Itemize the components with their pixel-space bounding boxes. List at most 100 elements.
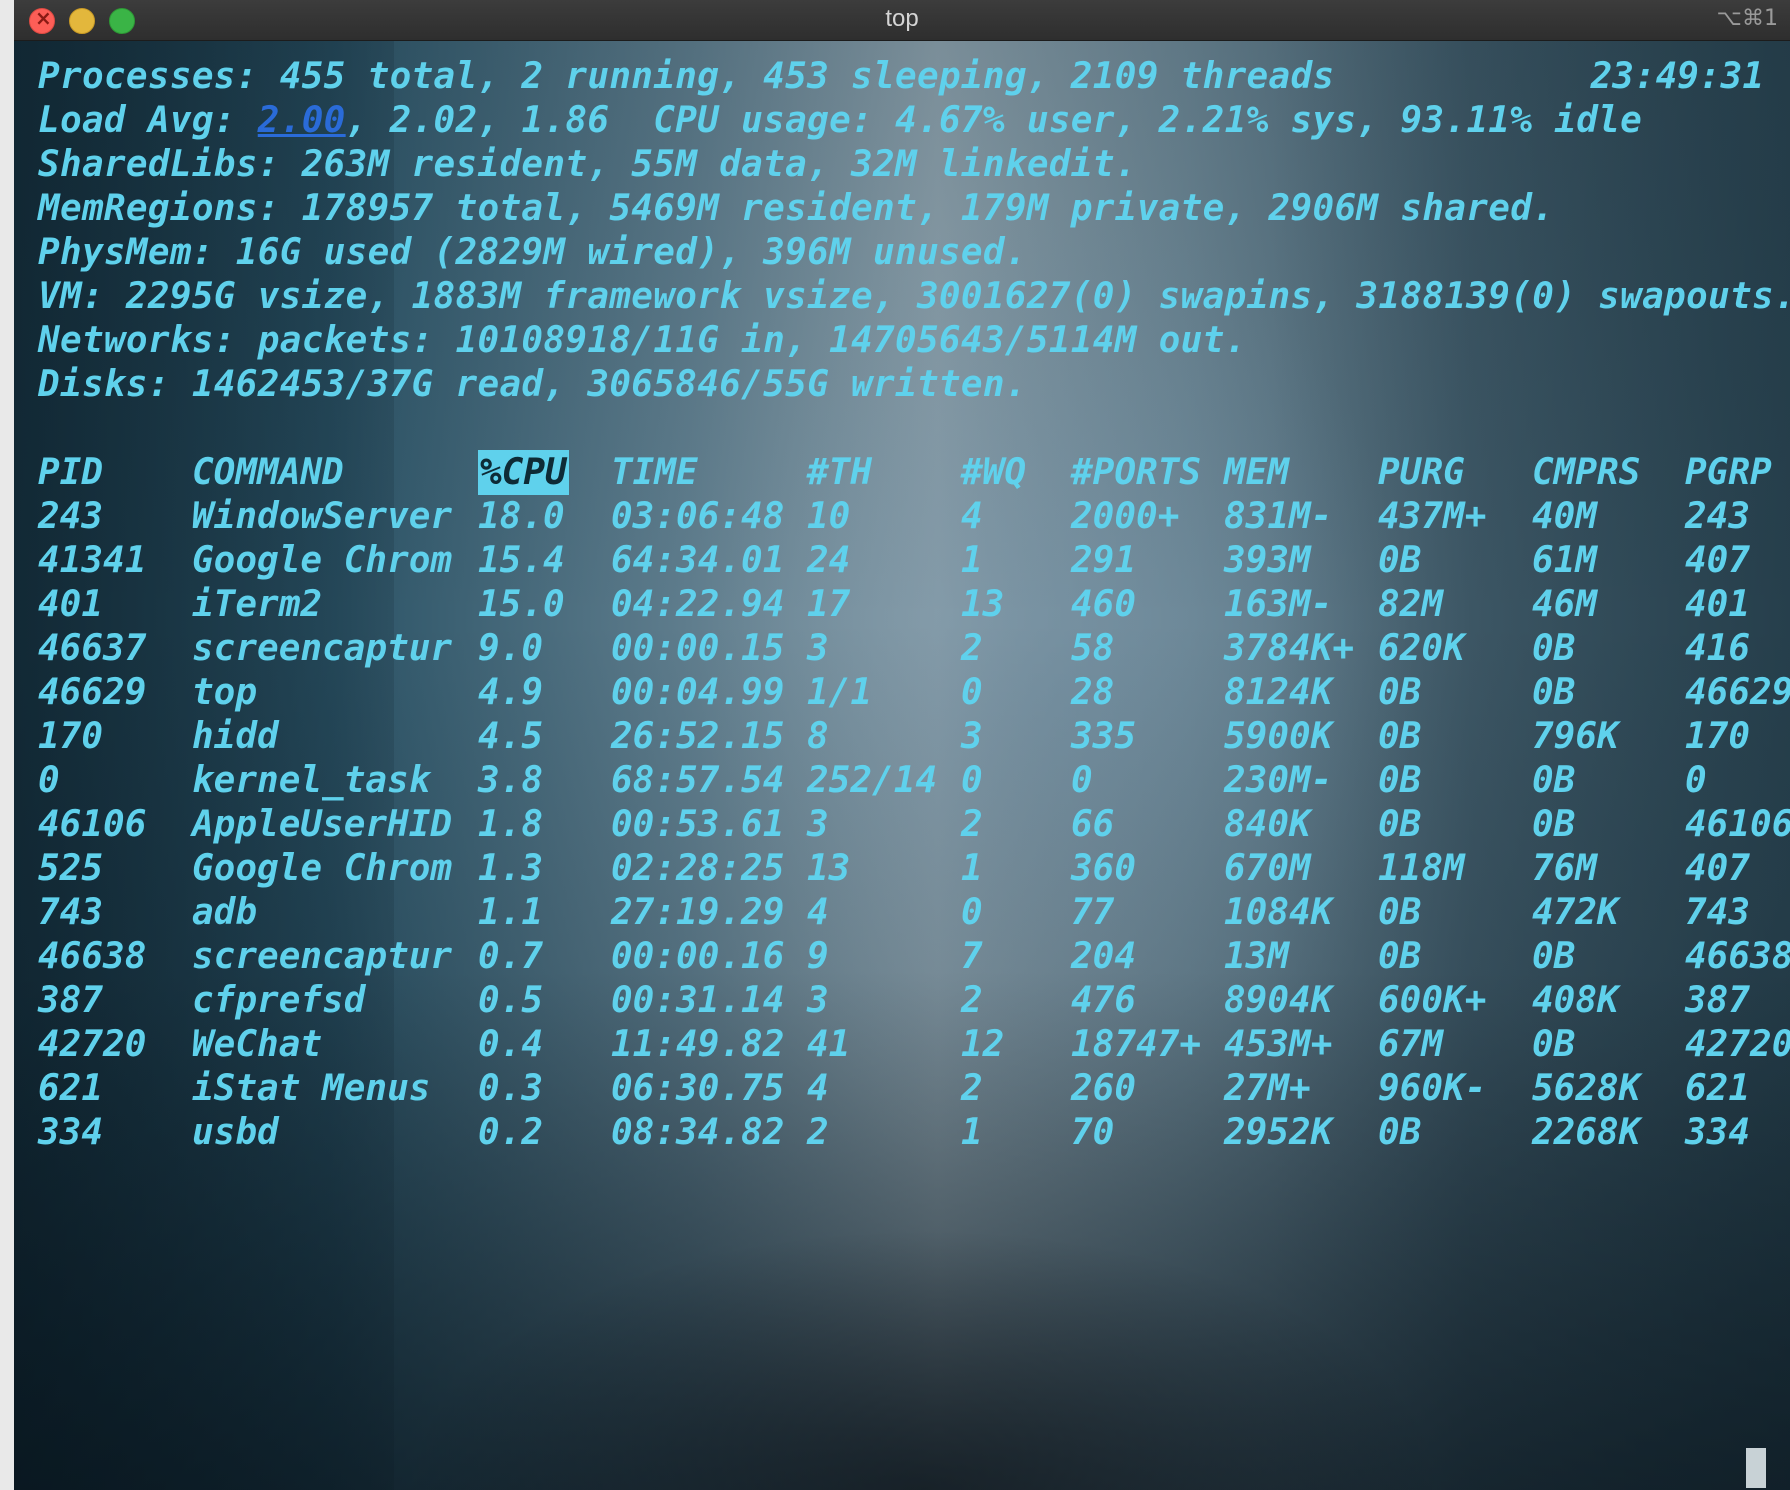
row-11-time: 00:31.14 (611, 980, 785, 1021)
row-7-wq: 2 (961, 804, 983, 845)
row-2-cmprs: 46M (1532, 584, 1598, 625)
row-10-pid: 46638 (38, 936, 147, 977)
row-3-threads: 3 (807, 628, 829, 669)
row-1-cmprs: 61M (1532, 540, 1598, 581)
row-5-pgrp: 170 (1685, 716, 1751, 757)
row-14-pgrp: 334 (1685, 1112, 1751, 1153)
row-10-ports: 204 (1071, 936, 1137, 977)
row-14-wq: 1 (961, 1112, 983, 1153)
row-9-time: 27:19.29 (611, 892, 785, 933)
row-2-wq: 13 (961, 584, 1005, 625)
row-6-pid: 0 (38, 760, 60, 801)
row-12-pid: 42720 (38, 1024, 147, 1065)
row-3-ports: 58 (1071, 628, 1115, 669)
row-12-time: 11:49.82 (611, 1024, 785, 1065)
row-4-ports: 28 (1071, 672, 1115, 713)
row-14-purg: 0B (1378, 1112, 1422, 1153)
vm-line: VM: 2295G vsize, 1883M framework vsize, … (38, 276, 1790, 317)
row-2-mem: 163M- (1224, 584, 1333, 625)
row-13-wq: 2 (961, 1068, 983, 1109)
row-7-command: AppleUserHID (192, 804, 453, 845)
row-5-time: 26:52.15 (611, 716, 785, 757)
row-13-purg: 960K- (1378, 1068, 1487, 1109)
row-5-mem: 5900K (1224, 716, 1333, 757)
row-1-mem: 393M (1224, 540, 1311, 581)
column-header-cpu: %CPU (478, 450, 569, 495)
row-13-pid: 621 (38, 1068, 104, 1109)
row-6-mem: 230M- (1224, 760, 1333, 801)
column-header-threads: #TH (807, 452, 873, 493)
row-0-command: WindowServer (192, 496, 453, 537)
row-8-pgrp: 407 (1685, 848, 1751, 889)
load-avg-rest: , 2.02, 1.86 CPU usage: 4.67% user, 2.21… (345, 100, 1643, 141)
row-13-cmprs: 5628K (1532, 1068, 1641, 1109)
row-6-time: 68:57.54 (611, 760, 785, 801)
row-3-pid: 46637 (38, 628, 147, 669)
row-0-pgrp: 243 (1685, 496, 1751, 537)
row-2-pid: 401 (38, 584, 104, 625)
load-avg-1min: 2.00 (257, 100, 346, 141)
row-14-time: 08:34.82 (611, 1112, 785, 1153)
row-7-ports: 66 (1071, 804, 1115, 845)
column-header-ports: #PORTS (1071, 452, 1202, 493)
row-14-threads: 2 (807, 1112, 829, 1153)
row-14-cpu: 0.2 (478, 1112, 544, 1153)
row-3-cmprs: 0B (1532, 628, 1576, 669)
row-11-cmprs: 408K (1532, 980, 1619, 1021)
row-4-mem: 8124K (1224, 672, 1333, 713)
row-2-purg: 82M (1378, 584, 1444, 625)
row-4-cpu: 4.9 (478, 672, 544, 713)
row-14-pid: 334 (38, 1112, 104, 1153)
row-10-cpu: 0.7 (478, 936, 544, 977)
row-9-wq: 0 (961, 892, 983, 933)
row-14-cmprs: 2268K (1532, 1112, 1641, 1153)
row-2-ports: 460 (1071, 584, 1137, 625)
row-3-purg: 620K (1378, 628, 1465, 669)
row-4-wq: 0 (961, 672, 983, 713)
row-6-cpu: 3.8 (478, 760, 544, 801)
row-13-time: 06:30.75 (611, 1068, 785, 1109)
row-3-pgrp: 416 (1685, 628, 1751, 669)
row-7-time: 00:53.61 (611, 804, 785, 845)
row-7-threads: 3 (807, 804, 829, 845)
column-header-wq: #WQ (961, 452, 1027, 493)
row-10-wq: 7 (961, 936, 983, 977)
row-11-threads: 3 (807, 980, 829, 1021)
row-0-pid: 243 (38, 496, 104, 537)
column-header-mem: MEM (1224, 452, 1290, 493)
row-10-time: 00:00.16 (611, 936, 785, 977)
row-11-mem: 8904K (1224, 980, 1333, 1021)
row-1-wq: 1 (961, 540, 983, 581)
row-4-time: 00:04.99 (611, 672, 785, 713)
row-10-cmprs: 0B (1532, 936, 1576, 977)
row-9-pgrp: 743 (1685, 892, 1751, 933)
row-5-purg: 0B (1378, 716, 1422, 757)
row-6-cmprs: 0B (1532, 760, 1576, 801)
row-13-threads: 4 (807, 1068, 829, 1109)
disks-line: Disks: 1462453/37G read, 3065846/55G wri… (38, 364, 1027, 405)
row-8-time: 02:28:25 (611, 848, 785, 889)
column-header-purg: PURG (1378, 452, 1465, 493)
row-12-mem: 453M+ (1224, 1024, 1333, 1065)
row-8-command: Google Chrom (192, 848, 453, 889)
row-6-purg: 0B (1378, 760, 1422, 801)
row-12-threads: 41 (807, 1024, 851, 1065)
row-9-threads: 4 (807, 892, 829, 933)
row-11-pgrp: 387 (1685, 980, 1751, 1021)
row-13-ports: 260 (1071, 1068, 1137, 1109)
row-12-wq: 12 (961, 1024, 1005, 1065)
row-9-command: adb (192, 892, 258, 933)
row-0-ports: 2000+ (1071, 496, 1180, 537)
row-11-pid: 387 (38, 980, 104, 1021)
row-14-ports: 70 (1071, 1112, 1115, 1153)
terminal-pane[interactable]: Processes: 455 total, 2 running, 453 sle… (14, 41, 1790, 1490)
physmem-line: PhysMem: 16G used (2829M wired), 396M un… (38, 232, 1027, 273)
load-avg-line: Load Avg: 2.00, 2.02, 1.86 CPU usage: 4.… (38, 99, 1642, 143)
row-9-ports: 77 (1071, 892, 1115, 933)
column-header-command: COMMAND (192, 452, 344, 493)
row-11-purg: 600K+ (1378, 980, 1487, 1021)
row-3-command: screencaptur (192, 628, 453, 669)
row-13-mem: 27M+ (1224, 1068, 1311, 1109)
row-10-purg: 0B (1378, 936, 1422, 977)
processes-line: Processes: 455 total, 2 running, 453 sle… (38, 56, 1335, 97)
